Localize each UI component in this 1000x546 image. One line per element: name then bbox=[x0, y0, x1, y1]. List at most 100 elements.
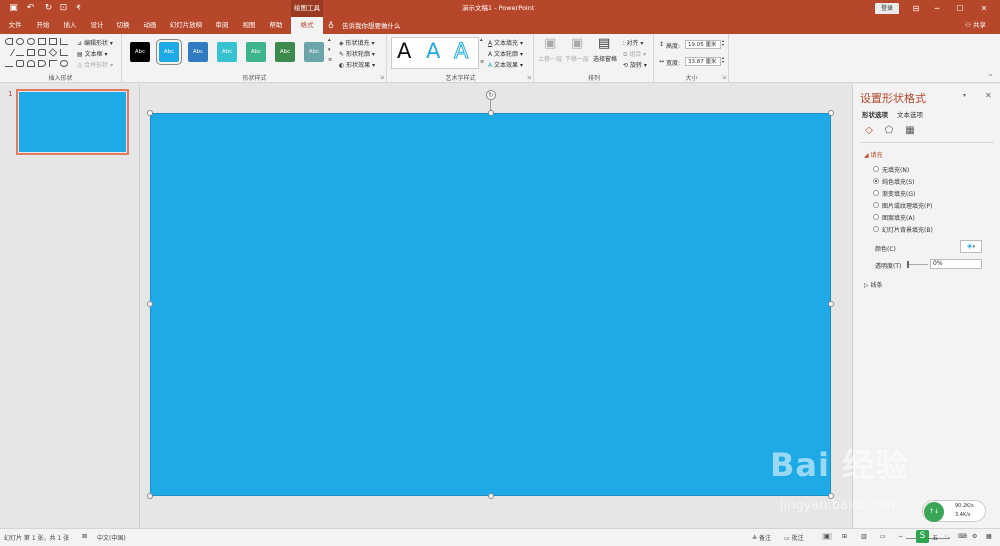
ime-punct-icon[interactable]: ◦, bbox=[944, 533, 949, 540]
shape-gallery-item[interactable] bbox=[2, 49, 16, 56]
tab-file[interactable]: 文件 bbox=[3, 17, 27, 34]
slide-thumbnail[interactable] bbox=[16, 89, 129, 155]
ime-mode-icon[interactable]: 五 bbox=[932, 533, 938, 542]
no-fill-radio[interactable] bbox=[873, 166, 879, 172]
color-picker-button[interactable]: ◈▾ bbox=[960, 240, 982, 253]
bring-forward-button[interactable]: 上移一层 bbox=[538, 54, 562, 63]
pane-close-icon[interactable]: ✕ bbox=[985, 91, 992, 100]
shape-gallery-item[interactable] bbox=[49, 60, 57, 67]
effects-icon[interactable]: ⬠ bbox=[883, 125, 895, 137]
zoom-out-icon[interactable]: − bbox=[898, 533, 903, 540]
transparency-slider[interactable] bbox=[908, 264, 928, 265]
shape-fill-button[interactable]: ◈ 形状填充 ▾ bbox=[339, 38, 374, 47]
background-fill-radio[interactable] bbox=[873, 226, 879, 232]
dialog-launcher-icon[interactable]: ⇲ bbox=[527, 75, 531, 81]
share-button[interactable]: ⚇ 共享 bbox=[965, 17, 986, 34]
height-input[interactable]: 19.05 厘米 bbox=[685, 40, 721, 49]
shape-style-swatch[interactable]: Abc bbox=[188, 42, 208, 62]
shape-gallery-item[interactable] bbox=[48, 48, 58, 57]
redo-icon[interactable]: ↻ bbox=[43, 3, 54, 14]
undo-icon[interactable]: ↶ bbox=[25, 3, 36, 14]
gallery-more-icon[interactable]: ≡ bbox=[328, 57, 332, 63]
merge-shapes-button[interactable]: ◎ 合并形状 ▾ bbox=[77, 60, 113, 69]
group-button[interactable]: ⧉ 组合 ▾ bbox=[623, 49, 646, 59]
shape-style-swatch[interactable]: Abc bbox=[130, 42, 150, 62]
selection-pane-button[interactable]: 选择窗格 bbox=[593, 54, 617, 63]
tab-transitions[interactable]: 切换 bbox=[111, 17, 135, 34]
tab-home[interactable]: 开始 bbox=[31, 17, 55, 34]
width-input[interactable]: 33.87 厘米 bbox=[685, 57, 721, 66]
shape-gallery-item[interactable] bbox=[27, 38, 35, 45]
width-spinner-icon[interactable]: ▴ ▾ bbox=[722, 56, 724, 64]
reading-view-icon[interactable]: ▥ bbox=[861, 533, 867, 540]
gallery-scroll-up-icon[interactable]: ▴ bbox=[328, 37, 331, 43]
ime-indicator-icon[interactable]: S bbox=[916, 530, 929, 543]
tab-review[interactable]: 审阅 bbox=[210, 17, 234, 34]
gallery-scroll-down-icon[interactable]: ▾ bbox=[328, 47, 331, 53]
dialog-launcher-icon[interactable]: ⇲ bbox=[722, 75, 726, 81]
rotate-button[interactable]: ⟲ 旋转 ▾ bbox=[623, 60, 647, 69]
text-box-button[interactable]: ▤ 文本框 ▾ bbox=[77, 49, 108, 58]
shape-outline-button[interactable]: ✎ 形状轮廓 ▾ bbox=[339, 49, 375, 58]
resize-handle[interactable] bbox=[147, 493, 153, 499]
edit-shape-button[interactable]: ⊿ 编辑形状 ▾ bbox=[77, 38, 113, 47]
solid-fill-radio[interactable] bbox=[873, 178, 879, 184]
shape-gallery-item[interactable] bbox=[38, 49, 46, 56]
shape-gallery-item[interactable] bbox=[27, 49, 35, 56]
shape-gallery-item[interactable] bbox=[5, 38, 13, 45]
transparency-slider-thumb[interactable] bbox=[907, 261, 909, 268]
selected-rectangle-shape[interactable] bbox=[150, 113, 831, 496]
resize-handle[interactable] bbox=[828, 110, 834, 116]
pattern-fill-radio[interactable] bbox=[873, 214, 879, 220]
shape-gallery-item[interactable] bbox=[60, 38, 68, 45]
wordart-style-item[interactable]: A bbox=[397, 37, 411, 65]
shape-style-swatch[interactable]: Abc bbox=[246, 42, 266, 62]
shape-gallery-item[interactable] bbox=[38, 60, 46, 67]
shape-gallery-item[interactable] bbox=[27, 60, 35, 67]
text-effects-button[interactable]: A 文本效果 ▾ bbox=[488, 60, 523, 69]
login-button[interactable]: 登录 bbox=[875, 3, 899, 14]
fill-line-icon[interactable]: ◇ bbox=[863, 125, 875, 137]
resize-handle[interactable] bbox=[147, 301, 153, 307]
align-button[interactable]: ⫶ 对齐 ▾ bbox=[623, 38, 643, 48]
tab-help[interactable]: 帮助 bbox=[264, 17, 288, 34]
comments-button[interactable]: ▭ 批注 bbox=[784, 533, 804, 542]
fill-section-header[interactable]: ◢ 填充 bbox=[864, 150, 883, 159]
tab-insert[interactable]: 插入 bbox=[58, 17, 82, 34]
transparency-input[interactable]: 0% bbox=[930, 259, 982, 269]
ime-skin-icon[interactable]: ▦ bbox=[986, 533, 992, 540]
shape-style-swatch[interactable]: Abc bbox=[217, 42, 237, 62]
customize-qat-icon[interactable]: ₹ bbox=[73, 3, 84, 14]
size-properties-icon[interactable]: ▦ bbox=[904, 125, 916, 137]
resize-handle[interactable] bbox=[147, 110, 153, 116]
notes-button[interactable]: ≜ 备注 bbox=[752, 533, 771, 542]
wordart-style-item[interactable]: A bbox=[426, 37, 440, 65]
rotate-handle-icon[interactable]: ↻ bbox=[486, 90, 496, 100]
maximize-icon[interactable]: ☐ bbox=[951, 0, 969, 17]
collapse-ribbon-icon[interactable]: ^ bbox=[988, 74, 993, 81]
resize-handle[interactable] bbox=[488, 493, 494, 499]
slide-sorter-icon[interactable]: ⊞ bbox=[842, 533, 847, 540]
shape-gallery-item[interactable] bbox=[16, 60, 24, 67]
shape-gallery-item[interactable] bbox=[60, 49, 68, 56]
text-fill-button[interactable]: A 文本填充 ▾ bbox=[488, 38, 523, 47]
shape-style-swatch[interactable]: Abc bbox=[156, 39, 182, 65]
tell-me-search[interactable]: ♁ 告诉我你想要做什么 bbox=[328, 17, 400, 34]
shape-gallery-item[interactable] bbox=[5, 60, 13, 67]
minimize-icon[interactable]: ─ bbox=[928, 0, 946, 17]
resize-handle[interactable] bbox=[488, 110, 494, 116]
line-section-header[interactable]: ▷ 线条 bbox=[864, 280, 883, 289]
tab-text-options[interactable]: 文本选项 bbox=[897, 109, 923, 119]
shape-gallery-item[interactable] bbox=[38, 38, 46, 45]
spellcheck-icon[interactable]: ⊠ bbox=[82, 533, 87, 540]
shape-gallery-item[interactable] bbox=[16, 49, 24, 56]
gallery-more-icon[interactable]: ≡ bbox=[480, 59, 484, 65]
shape-gallery-item[interactable] bbox=[16, 38, 24, 45]
dialog-launcher-icon[interactable]: ⇲ bbox=[380, 75, 384, 81]
ime-settings-icon[interactable]: ⚙ bbox=[972, 533, 977, 540]
resize-handle[interactable] bbox=[828, 301, 834, 307]
height-spinner-icon[interactable]: ▴ ▾ bbox=[722, 39, 724, 47]
tab-slideshow[interactable]: 幻灯片放映 bbox=[166, 17, 206, 34]
tab-shape-options[interactable]: 形状选项 bbox=[862, 109, 888, 119]
shape-style-swatch[interactable]: Abc bbox=[275, 42, 295, 62]
